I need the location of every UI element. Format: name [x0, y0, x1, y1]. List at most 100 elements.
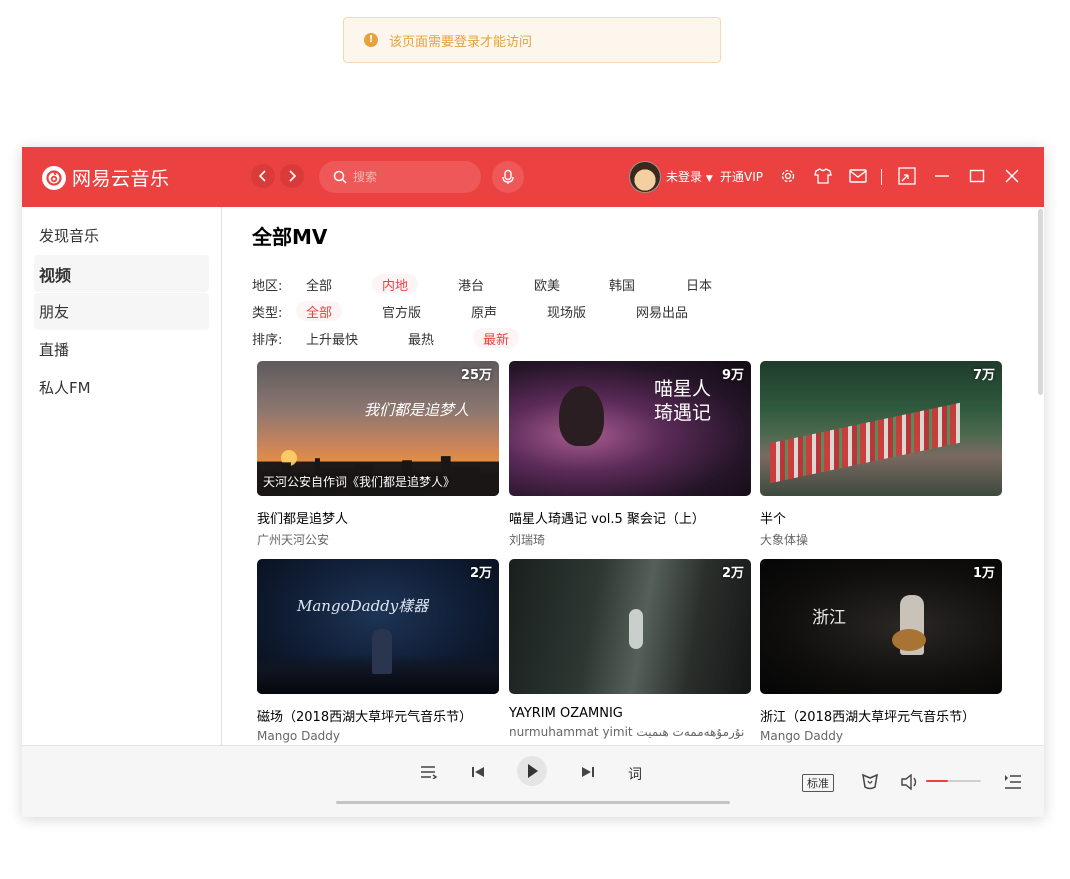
- mv-title[interactable]: 浙江（2018西湖大草坪元气音乐节）: [760, 706, 1002, 725]
- previous-track-button[interactable]: [468, 762, 488, 782]
- playlist-button[interactable]: [1003, 772, 1023, 792]
- mv-thumbnail[interactable]: 浙江 1万: [760, 559, 1002, 694]
- mv-title[interactable]: YAYRIM OZAMNIG: [509, 706, 751, 721]
- mv-art-text: 浙江: [812, 608, 846, 628]
- order-option-newest[interactable]: 最新: [473, 328, 520, 348]
- type-option-official[interactable]: 官方版: [372, 301, 431, 321]
- mv-card[interactable]: 2万 YAYRIM OZAMNIG nurmuhammat yimit نۇرم…: [509, 559, 751, 739]
- mv-art-text: MangoDaddy樣器: [297, 597, 429, 615]
- volume-slider[interactable]: [926, 780, 981, 782]
- main-scrollbar[interactable]: [1038, 209, 1043, 395]
- tshirt-icon: [814, 168, 832, 184]
- order-filter-label: 排序:: [252, 332, 283, 348]
- search-input[interactable]: [351, 169, 475, 185]
- sidebar-item-discover[interactable]: 发现音乐: [34, 217, 209, 254]
- main-content: 全部MV 地区: 全部 内地 港台 欧美 韩国 日本 类型: 全部 官方版 原声…: [222, 207, 1044, 745]
- mv-artist[interactable]: Mango Daddy: [257, 729, 499, 743]
- mv-thumbnail[interactable]: 我们都是追梦人 25万 天河公安自作词《我们都是追梦人》: [257, 361, 499, 496]
- sidebar-item-personal-fm[interactable]: 私人FM: [34, 369, 209, 406]
- warning-icon: !: [364, 33, 378, 47]
- vip-link[interactable]: 开通VIP: [720, 168, 763, 185]
- mv-thumbnail[interactable]: 2万: [509, 559, 751, 694]
- voice-search-button[interactable]: [492, 161, 524, 193]
- user-avatar[interactable]: [629, 161, 661, 193]
- playlist-mode-button[interactable]: [419, 762, 439, 782]
- search-box[interactable]: [319, 161, 481, 193]
- play-button[interactable]: [517, 756, 547, 786]
- mv-artist[interactable]: 刘瑞琦: [509, 531, 751, 548]
- sidebar-item-friends[interactable]: 朋友: [34, 293, 209, 330]
- area-filter: 地区: 全部 内地 港台 欧美 韩国 日本: [252, 274, 1012, 294]
- mv-thumbnail[interactable]: 喵星人 琦遇记 9万: [509, 361, 751, 496]
- toast-message: 该页面需要登录才能访问: [389, 34, 533, 50]
- mv-art-text: 我们都是追梦人: [363, 401, 469, 419]
- singer-silhouette: [559, 386, 604, 446]
- area-option-hktw[interactable]: 港台: [448, 274, 494, 294]
- list-loop-icon: [421, 766, 438, 779]
- mv-title[interactable]: 喵星人琦遇记 vol.5 聚会记（上）: [509, 508, 751, 527]
- order-filter: 排序: 上升最快 最热 最新: [252, 328, 1012, 348]
- mv-art-text: 喵星人 琦遇记: [654, 378, 712, 424]
- back-button[interactable]: [251, 164, 275, 188]
- type-option-all[interactable]: 全部: [296, 301, 343, 321]
- sidebar-item-video[interactable]: 视频: [34, 255, 209, 292]
- quality-button[interactable]: 标准: [802, 774, 834, 792]
- mini-mode-button[interactable]: [897, 166, 917, 186]
- app-name: 网易云音乐: [72, 168, 170, 190]
- mv-artist[interactable]: Mango Daddy: [760, 729, 1002, 743]
- area-option-mainland[interactable]: 内地: [372, 274, 419, 294]
- order-option-rising[interactable]: 上升最快: [296, 328, 368, 348]
- play-count: 2万: [469, 566, 492, 581]
- area-filter-label: 地区:: [252, 278, 283, 294]
- type-option-original[interactable]: 原声: [461, 301, 507, 321]
- titlebar-divider: [881, 169, 882, 185]
- mv-thumbnail[interactable]: 7万: [760, 361, 1002, 496]
- caret-down-icon: ▼: [705, 174, 713, 184]
- area-option-japan[interactable]: 日本: [676, 274, 722, 294]
- play-count: 9万: [721, 368, 744, 383]
- volume-button[interactable]: [900, 772, 920, 792]
- mv-card[interactable]: MangoDaddy樣器 2万 磁场（2018西湖大草坪元气音乐节） Mango…: [257, 559, 499, 743]
- mv-thumbnail[interactable]: MangoDaddy樣器 2万: [257, 559, 499, 694]
- mv-artist[interactable]: nurmuhammat yimit نۇرمۇھەممەت ھىميت: [509, 725, 751, 739]
- login-status[interactable]: 未登录 ▼: [666, 168, 713, 185]
- mv-artist[interactable]: 广州天河公安: [257, 531, 499, 548]
- close-button[interactable]: [1002, 166, 1022, 186]
- close-icon: [1005, 169, 1019, 183]
- messages-button[interactable]: [848, 166, 868, 186]
- mv-card[interactable]: 7万 半个 大象体操: [760, 361, 1002, 548]
- chevron-left-icon: [258, 170, 266, 182]
- skip-previous-icon: [472, 767, 484, 777]
- play-icon: [528, 764, 538, 778]
- skin-button[interactable]: [813, 166, 833, 186]
- minimize-button[interactable]: [932, 166, 952, 186]
- mv-card[interactable]: 浙江 1万 浙江（2018西湖大草坪元气音乐节） Mango Daddy: [760, 559, 1002, 743]
- area-option-western[interactable]: 欧美: [524, 274, 570, 294]
- sidebar-item-live[interactable]: 直播: [34, 331, 209, 368]
- lyrics-button[interactable]: 词: [628, 764, 642, 784]
- forward-button[interactable]: [280, 164, 304, 188]
- area-option-all[interactable]: 全部: [296, 274, 342, 294]
- sound-effect-button[interactable]: [860, 772, 880, 792]
- progress-bar[interactable]: [336, 801, 730, 804]
- skip-next-icon: [582, 767, 594, 777]
- mv-title[interactable]: 我们都是追梦人: [257, 508, 499, 527]
- area-option-korea[interactable]: 韩国: [599, 274, 645, 294]
- chevron-right-icon: [289, 170, 297, 182]
- maximize-button[interactable]: [967, 166, 987, 186]
- next-track-button[interactable]: [578, 762, 598, 782]
- play-count: 7万: [972, 368, 995, 383]
- guitar-silhouette: [892, 629, 926, 651]
- mv-title[interactable]: 半个: [760, 508, 1002, 527]
- mv-card[interactable]: 喵星人 琦遇记 9万 喵星人琦遇记 vol.5 聚会记（上） 刘瑞琦: [509, 361, 751, 548]
- order-option-hottest[interactable]: 最热: [398, 328, 444, 348]
- settings-button[interactable]: [778, 166, 798, 186]
- app-logo[interactable]: 网易云音乐: [42, 164, 170, 191]
- mail-icon: [849, 169, 867, 183]
- play-count: 1万: [972, 566, 995, 581]
- mv-title[interactable]: 磁场（2018西湖大草坪元气音乐节）: [257, 706, 499, 725]
- type-option-live[interactable]: 现场版: [537, 301, 596, 321]
- mv-card[interactable]: 我们都是追梦人 25万 天河公安自作词《我们都是追梦人》 我们都是追梦人 广州天…: [257, 361, 499, 548]
- mv-artist[interactable]: 大象体操: [760, 531, 1002, 548]
- type-option-netease[interactable]: 网易出品: [626, 301, 698, 321]
